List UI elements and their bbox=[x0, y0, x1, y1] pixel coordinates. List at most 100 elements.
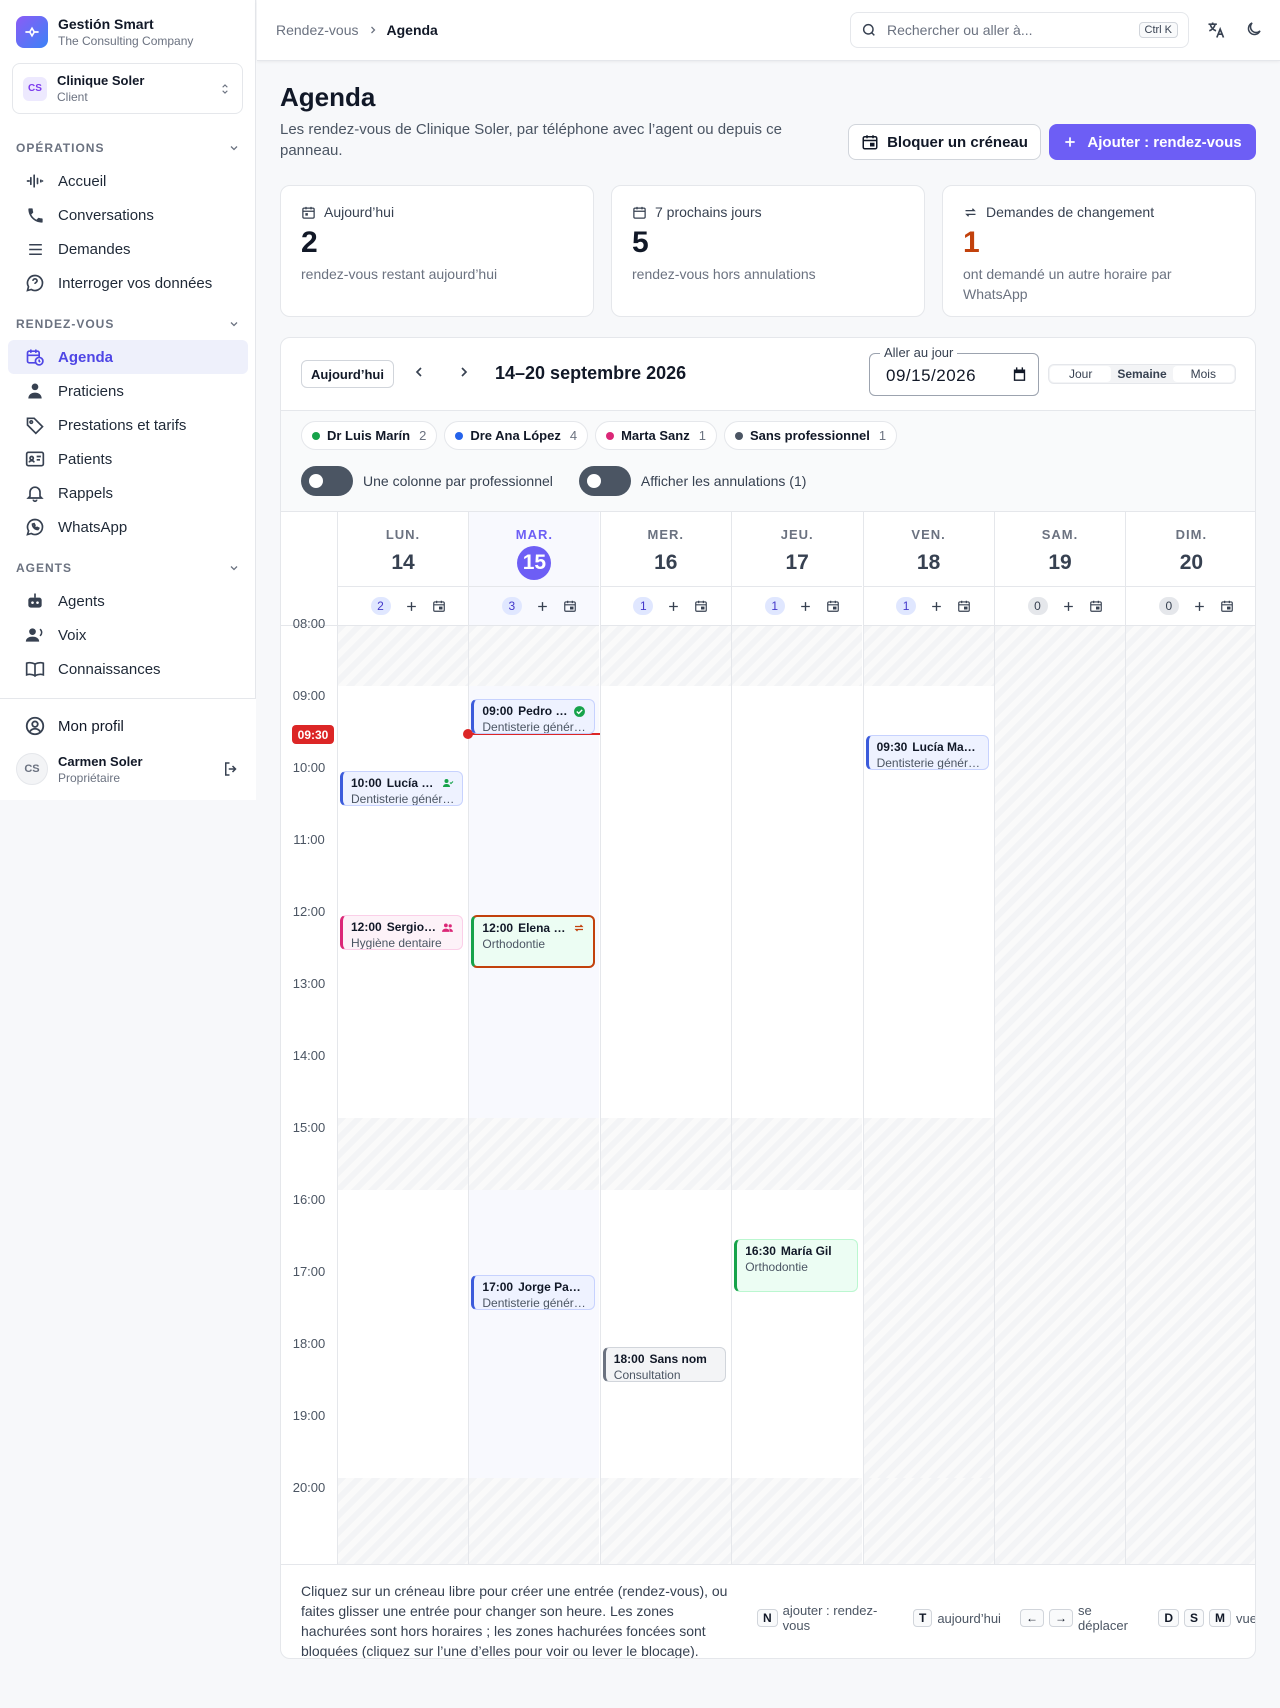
calendar-block-icon[interactable] bbox=[957, 599, 971, 613]
off-hours-zone[interactable] bbox=[1126, 626, 1255, 1564]
day-header[interactable]: JEU. 17 bbox=[732, 512, 863, 587]
section-header-rendez-vous[interactable]: RENDEZ-VOUS bbox=[8, 312, 248, 336]
sidebar-item-praticiens[interactable]: Praticiens bbox=[8, 374, 248, 408]
sidebar-item-patients[interactable]: Patients bbox=[8, 442, 248, 476]
off-hours-zone[interactable] bbox=[732, 1478, 863, 1564]
off-hours-zone[interactable] bbox=[338, 1118, 468, 1190]
day-number: 14 bbox=[391, 551, 415, 574]
sidebar-item-demandes[interactable]: Demandes bbox=[8, 232, 248, 266]
plus-icon[interactable] bbox=[667, 600, 680, 613]
block-slot-button[interactable]: Bloquer un créneau bbox=[848, 124, 1041, 160]
per-practitioner-toggle[interactable] bbox=[301, 466, 353, 496]
appointment-card[interactable]: 09:00 Pedro Gómez Dentisterie générale bbox=[471, 699, 595, 734]
calendar-block-icon[interactable] bbox=[694, 599, 708, 613]
appointment-card[interactable]: 12:00 Elena Rodríguez Orthodontie bbox=[471, 915, 595, 968]
translate-icon[interactable] bbox=[1206, 20, 1226, 40]
plus-icon[interactable] bbox=[930, 600, 943, 613]
logout-icon[interactable] bbox=[222, 760, 240, 778]
plus-icon[interactable] bbox=[405, 600, 418, 613]
sidebar-item-interroger[interactable]: Interroger vos données bbox=[8, 266, 248, 300]
plus-icon[interactable] bbox=[1062, 600, 1075, 613]
off-hours-zone[interactable] bbox=[863, 1478, 994, 1564]
sidebar-item-agenda[interactable]: Agenda bbox=[8, 340, 248, 374]
off-hours-zone[interactable] bbox=[600, 1118, 731, 1190]
off-hours-zone[interactable] bbox=[732, 1118, 863, 1190]
appointment-card[interactable]: 16:30 María Gil Orthodontie bbox=[734, 1239, 858, 1292]
day-header[interactable]: SAM. 19 bbox=[995, 512, 1125, 587]
practitioner-chip[interactable]: Marta Sanz 1 bbox=[595, 421, 717, 450]
off-hours-zone[interactable] bbox=[469, 626, 600, 686]
plus-icon[interactable] bbox=[1193, 600, 1206, 613]
off-hours-zone[interactable] bbox=[600, 1478, 731, 1564]
chevron-right-icon[interactable] bbox=[456, 364, 472, 380]
section-header-agents[interactable]: AGENTS bbox=[8, 556, 248, 580]
practitioner-chip[interactable]: Dre Ana López 4 bbox=[444, 421, 589, 450]
calendar-block-icon[interactable] bbox=[1220, 599, 1234, 613]
off-hours-zone[interactable] bbox=[469, 1118, 600, 1190]
sidebar-item-voix[interactable]: Voix bbox=[8, 618, 248, 652]
practitioner-chip[interactable]: Dr Luis Marín 2 bbox=[301, 421, 438, 450]
off-hours-zone[interactable] bbox=[338, 626, 468, 686]
off-hours-zone[interactable] bbox=[863, 626, 994, 686]
plus-icon[interactable] bbox=[799, 600, 812, 613]
practitioner-chips: Dr Luis Marín 2 Dre Ana López 4 Marta Sanz 1 S… bbox=[301, 421, 898, 450]
breadcrumb: Rendez-vous Agenda bbox=[276, 22, 438, 38]
today-button[interactable]: Aujourd’hui bbox=[301, 360, 394, 388]
day-header[interactable]: LUN. 14 bbox=[338, 512, 468, 587]
practitioner-name: Dr Luis Marín bbox=[327, 428, 411, 443]
shortcut-key: M bbox=[1209, 1609, 1232, 1627]
brand[interactable]: Gestión Smart The Consulting Company bbox=[16, 16, 193, 48]
sidebar-item-connaissances[interactable]: Connaissances bbox=[8, 652, 248, 686]
appointment-service: Hygiène dentaire bbox=[351, 936, 442, 950]
sidebar-item-agents[interactable]: Agents bbox=[8, 584, 248, 618]
breadcrumb-item[interactable]: Rendez-vous bbox=[276, 22, 359, 38]
sidebar-item-accueil[interactable]: Accueil bbox=[8, 164, 248, 198]
off-hours-zone[interactable] bbox=[600, 626, 731, 686]
appointment-card[interactable]: 10:00 Lucía Martín Dentisterie générale bbox=[340, 771, 464, 806]
appointment-header: 17:00 Jorge Pascual bbox=[482, 1280, 585, 1294]
appointment-card[interactable]: 17:00 Jorge Pascual Dentisterie générale bbox=[471, 1275, 595, 1310]
sidebar-item-prestations[interactable]: Prestations et tarifs bbox=[8, 408, 248, 442]
sidebar-item-conversations[interactable]: Conversations bbox=[8, 198, 248, 232]
section-header-operations[interactable]: OPÉRATIONS bbox=[8, 136, 248, 160]
day-header[interactable]: MER. 16 bbox=[600, 512, 731, 587]
off-hours-zone[interactable] bbox=[469, 1478, 600, 1564]
go-to-date-field[interactable]: Aller au jour 09/15/2026 bbox=[869, 345, 1039, 396]
view-month-tab[interactable]: Mois bbox=[1172, 366, 1234, 382]
off-hours-zone[interactable] bbox=[338, 1478, 468, 1564]
day-column: MER. 16 1 bbox=[599, 512, 731, 1564]
appointment-card[interactable]: 12:00 Sergio Ruiz Hygiène dentaire bbox=[340, 915, 464, 950]
keyboard-shortcuts: Najouter : rendez-vous Taujourd’hui ← → se d… bbox=[757, 1603, 1255, 1633]
appointment-card[interactable]: 18:00 Sans nom Consultation bbox=[602, 1347, 727, 1382]
view-week-tab[interactable]: Semaine bbox=[1111, 366, 1173, 382]
plus-icon[interactable] bbox=[536, 600, 549, 613]
hour-label: 10:00 bbox=[292, 760, 326, 775]
add-appointment-button[interactable]: Ajouter : rendez-vous bbox=[1049, 124, 1256, 160]
calendar-block-icon[interactable] bbox=[563, 599, 577, 613]
profile-link[interactable]: Mon profil bbox=[24, 715, 124, 737]
day-header[interactable]: DIM. 20 bbox=[1126, 512, 1255, 587]
calendar-block-icon[interactable] bbox=[1089, 599, 1103, 613]
avatar: CS bbox=[16, 753, 48, 785]
calendar-picker-icon[interactable] bbox=[1011, 366, 1028, 383]
off-hours-zone[interactable] bbox=[732, 626, 863, 686]
sidebar-item-label: Connaissances bbox=[58, 660, 161, 678]
search-input[interactable]: Rechercher ou aller à... Ctrl K bbox=[850, 12, 1189, 48]
day-header[interactable]: VEN. 18 bbox=[863, 512, 994, 587]
sidebar-item-whatsapp[interactable]: WhatsApp bbox=[8, 510, 248, 544]
search-icon bbox=[861, 22, 877, 38]
sidebar-item-label: Demandes bbox=[58, 240, 131, 258]
view-day-tab[interactable]: Jour bbox=[1050, 366, 1112, 382]
org-switcher[interactable]: CS Clinique Soler Client bbox=[12, 63, 243, 114]
sidebar-item-rappels[interactable]: Rappels bbox=[8, 476, 248, 510]
calendar-block-icon[interactable] bbox=[826, 599, 840, 613]
practitioner-chip[interactable]: Sans professionnel 1 bbox=[723, 421, 898, 450]
dark-mode-icon[interactable] bbox=[1245, 20, 1263, 38]
chevron-left-icon[interactable] bbox=[411, 364, 427, 380]
day-header[interactable]: MAR. 15 bbox=[469, 512, 600, 587]
show-cancelled-toggle[interactable] bbox=[578, 466, 631, 496]
calendar-block-icon[interactable] bbox=[432, 599, 446, 613]
appointment-card[interactable]: 09:30 Lucía Martín Dentisterie générale bbox=[865, 735, 989, 770]
appointment-patient: Jorge Pascual bbox=[518, 1280, 586, 1294]
off-hours-zone[interactable] bbox=[995, 626, 1125, 1564]
